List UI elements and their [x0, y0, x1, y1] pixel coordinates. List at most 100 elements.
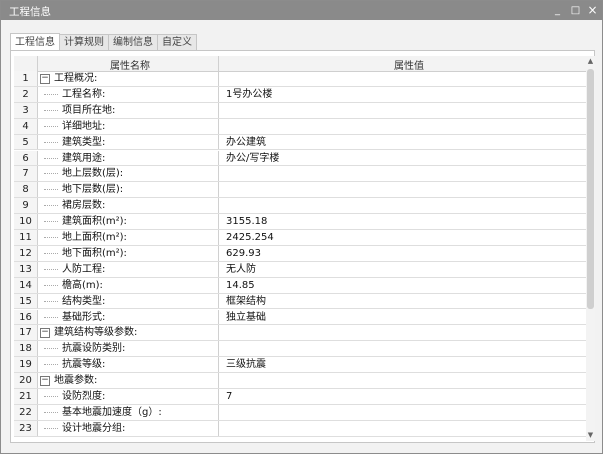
vertical-scrollbar[interactable]: ▲ ▼ [586, 56, 595, 441]
table-row[interactable]: 9 裙房层数: [14, 198, 587, 215]
header-column-divider [218, 56, 219, 71]
table-row[interactable]: 11 地上面积(m²): 2425.254 [14, 230, 587, 246]
property-panel: 属性名称 属性值 1− 工程概况: 2 工程名称: 1号办公楼 3 项目所在地: 4 详细地址:… [10, 50, 595, 443]
tab-project-info[interactable]: 工程信息 [10, 33, 60, 50]
table-row[interactable]: 6 建筑用途: 办公/写字楼 [14, 150, 587, 167]
column-divider [218, 118, 219, 134]
tree-connector-line [44, 221, 58, 223]
table-row[interactable]: 20− 地震参数: [14, 373, 587, 389]
tree-connector-line [44, 109, 58, 111]
property-grid: 属性名称 属性值 1− 工程概况: 2 工程名称: 1号办公楼 3 项目所在地: 4 详细地址:… [14, 56, 587, 441]
table-row[interactable]: 10 建筑面积(m²): 3155.18 [14, 214, 587, 230]
tab-compile-info[interactable]: 编制信息 [108, 34, 158, 50]
header-property-name: 属性名称 [110, 61, 150, 72]
property-value[interactable]: 7 [226, 389, 232, 404]
tab-calc-rules[interactable]: 计算规则 [59, 34, 109, 50]
table-row[interactable]: 1− 工程概况: [14, 71, 587, 87]
table-row[interactable]: 4 详细地址: [14, 118, 587, 135]
row-number: 7 [14, 166, 38, 182]
close-button[interactable]: × [586, 4, 599, 17]
row-number: 3 [14, 102, 38, 118]
table-row[interactable]: 16 基础形式: 独立基础 [14, 309, 587, 326]
tree-connector-line [44, 237, 58, 238]
tree-connector-line [44, 411, 58, 413]
row-number: 5 [14, 134, 38, 150]
table-row[interactable]: 2 工程名称: 1号办公楼 [14, 86, 587, 103]
tree-connector-line [44, 284, 58, 286]
table-row[interactable]: 8 地下层数(层): [14, 182, 587, 199]
row-number: 16 [14, 309, 38, 325]
row-number: 20 [14, 373, 38, 388]
column-divider [218, 245, 219, 261]
scroll-thumb[interactable] [587, 69, 594, 309]
table-row[interactable]: 13 人防工程: 无人防 [14, 261, 587, 278]
tree-connector-line [44, 348, 58, 350]
header-row-number-cell [14, 56, 38, 71]
property-value[interactable]: 独立基础 [226, 310, 266, 325]
table-row[interactable]: 17− 建筑结构等级参数: [14, 325, 587, 342]
property-name: 地上面积(m²): [62, 232, 127, 243]
property-value[interactable]: 办公建筑 [226, 135, 266, 150]
table-row[interactable]: 18 抗震设防类别: [14, 341, 587, 358]
column-divider [218, 102, 219, 118]
table-row[interactable]: 19 抗震等级: 三级抗震 [14, 357, 587, 374]
minimize-button[interactable]: _ [551, 4, 564, 17]
row-number: 4 [14, 118, 38, 134]
table-row[interactable]: 21 设防烈度: 7 [14, 389, 587, 405]
row-number: 14 [14, 277, 38, 293]
property-value[interactable]: 2425.254 [226, 230, 274, 245]
table-row[interactable]: 5 建筑类型: 办公建筑 [14, 134, 587, 151]
property-value[interactable]: 3155.18 [226, 214, 267, 229]
column-divider [218, 357, 219, 373]
tree-connector-line [44, 189, 58, 191]
property-name: 檐高(m): [62, 279, 103, 291]
maximize-button[interactable]: □ [569, 4, 582, 17]
tree-connector-line [44, 396, 58, 397]
tree-connector-line [44, 93, 58, 95]
property-value[interactable]: 框架结构 [226, 294, 266, 309]
tree-connector-line [44, 252, 58, 254]
table-row[interactable]: 22 基本地震加速度（g）: [14, 404, 587, 421]
property-value[interactable]: 629.93 [226, 246, 261, 261]
tree-connector-line [44, 316, 58, 318]
table-row[interactable]: 12 地下面积(m²): 629.93 [14, 245, 587, 262]
tree-connector-line [44, 141, 58, 143]
property-name: 工程名称: [62, 88, 106, 100]
property-name: 基础形式: [62, 311, 106, 323]
property-name: 地上层数(层): [62, 168, 124, 180]
window-title: 工程信息 [9, 6, 51, 18]
row-number: 22 [14, 404, 38, 420]
row-number: 23 [14, 420, 38, 436]
property-value[interactable]: 无人防 [226, 262, 256, 277]
row-number: 6 [14, 150, 38, 166]
column-divider [218, 71, 219, 86]
property-name: 工程概况: [54, 73, 98, 84]
column-divider [218, 198, 219, 214]
title-bar[interactable]: 工程信息 _ □ × [1, 1, 602, 20]
property-value[interactable]: 三级抗震 [226, 357, 266, 372]
column-divider [218, 309, 219, 325]
table-row[interactable]: 3 项目所在地: [14, 102, 587, 119]
row-number: 18 [14, 341, 38, 357]
property-value[interactable]: 1号办公楼 [226, 87, 272, 102]
property-value[interactable]: 办公/写字楼 [226, 151, 279, 166]
scroll-up-arrow[interactable]: ▲ [586, 57, 595, 66]
table-row[interactable]: 15 结构类型: 框架结构 [14, 293, 587, 310]
collapse-toggle-icon[interactable]: − [40, 328, 50, 339]
table-row[interactable]: 7 地上层数(层): [14, 166, 587, 183]
row-number: 9 [14, 198, 38, 214]
row-number: 10 [14, 214, 38, 229]
property-value[interactable]: 14.85 [226, 278, 255, 293]
table-row[interactable]: 23 设计地震分组: [14, 420, 587, 437]
collapse-toggle-icon[interactable]: − [40, 376, 50, 387]
collapse-toggle-icon[interactable]: − [40, 74, 50, 84]
property-name: 地震参数: [54, 375, 98, 387]
column-divider [218, 182, 219, 198]
grid-header: 属性名称 属性值 [14, 56, 587, 72]
row-number: 15 [14, 293, 38, 309]
row-number: 11 [14, 230, 38, 245]
table-row[interactable]: 14 檐高(m): 14.85 [14, 277, 587, 294]
tree-connector-line [44, 364, 58, 366]
scroll-down-arrow[interactable]: ▼ [586, 431, 595, 440]
tab-custom[interactable]: 自定义 [157, 34, 197, 50]
